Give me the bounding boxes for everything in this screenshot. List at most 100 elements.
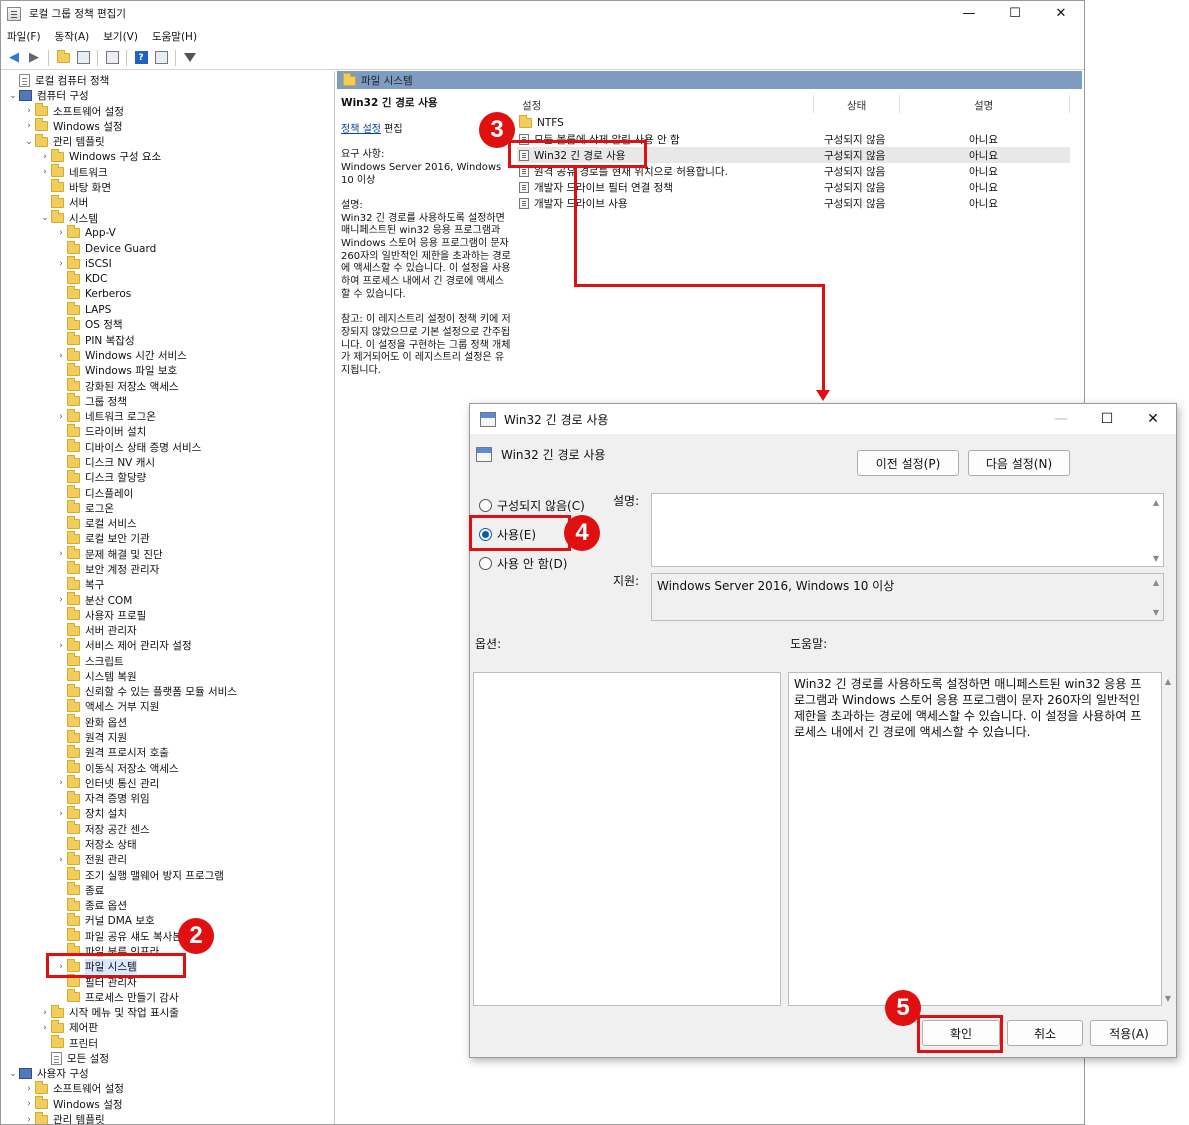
- tree-node[interactable]: 액세스 거부 지원: [55, 698, 159, 714]
- previous-setting-button[interactable]: 이전 설정(P): [857, 450, 959, 476]
- help-icon[interactable]: ?: [132, 49, 150, 67]
- tree-node[interactable]: 커널 DMA 보호: [55, 912, 155, 928]
- tree-node[interactable]: 저장 공간 센스: [55, 821, 150, 837]
- expand-chevron-icon[interactable]: ›: [39, 167, 51, 177]
- menu-action[interactable]: 동작(A): [55, 29, 90, 44]
- tree-node[interactable]: ⌄ 관리 템플릿: [23, 133, 105, 149]
- tree-node[interactable]: 모든 설정: [39, 1051, 109, 1066]
- tree-node[interactable]: › 소프트웨어 설정: [23, 103, 124, 119]
- show-hide-tree-icon[interactable]: [74, 49, 92, 67]
- tree-node[interactable]: 바탕 화면: [39, 179, 111, 195]
- expand-chevron-icon[interactable]: ›: [55, 809, 67, 819]
- scroll-down-icon[interactable]: ▼: [1151, 608, 1161, 617]
- tree-node[interactable]: › iSCSI: [55, 255, 112, 271]
- tree-node[interactable]: 서버 관리자: [55, 622, 137, 638]
- tree-node[interactable]: OS 정책: [55, 316, 123, 332]
- scroll-down-icon[interactable]: ▼: [1151, 554, 1161, 563]
- maximize-button[interactable]: ☐: [992, 1, 1038, 26]
- tree-node[interactable]: 완화 옵션: [55, 714, 127, 730]
- radio-circle[interactable]: [479, 499, 492, 512]
- tree-node[interactable]: 저장소 상태: [55, 836, 137, 852]
- up-folder-icon[interactable]: [54, 49, 72, 67]
- expand-chevron-icon[interactable]: ›: [39, 152, 51, 162]
- tree-node[interactable]: › 소프트웨어 설정: [23, 1080, 124, 1096]
- expand-chevron-icon[interactable]: ›: [23, 106, 35, 116]
- tree-node[interactable]: 강화된 저장소 액세스: [55, 378, 179, 394]
- expand-chevron-icon[interactable]: ›: [55, 855, 67, 865]
- setting-row[interactable]: NTFS: [517, 115, 1070, 131]
- scroll-down-icon[interactable]: ▼: [1163, 994, 1173, 1003]
- comment-textarea[interactable]: ▲ ▼: [651, 493, 1164, 567]
- tree-node[interactable]: 프로세스 만들기 감사: [55, 989, 179, 1005]
- menu-view[interactable]: 보기(V): [103, 29, 138, 44]
- tree-node[interactable]: 로컬 서비스: [55, 515, 137, 531]
- tree-node[interactable]: › 전원 관리: [55, 851, 127, 867]
- policy-settings-link[interactable]: 정책 설정: [341, 124, 381, 135]
- column-comment[interactable]: 설명: [974, 98, 993, 113]
- tree-node[interactable]: Device Guard: [55, 240, 156, 256]
- radio-not-configured[interactable]: 구성되지 않음(C): [479, 497, 585, 514]
- column-status[interactable]: 상태: [847, 98, 866, 113]
- tree-node[interactable]: LAPS: [55, 301, 111, 317]
- filter-icon[interactable]: [181, 49, 199, 67]
- tree-node[interactable]: › 관리 템플릿: [23, 1111, 105, 1124]
- tree-node[interactable]: ⌄ 시스템: [39, 210, 98, 226]
- tree-node[interactable]: 로그온: [55, 500, 114, 516]
- expand-chevron-icon[interactable]: ›: [39, 1008, 51, 1018]
- minimize-button[interactable]: —: [946, 1, 992, 26]
- tree-node[interactable]: 종료: [55, 882, 104, 898]
- expand-chevron-icon[interactable]: ›: [55, 228, 67, 238]
- tree-node[interactable]: › 인터넷 통신 관리: [55, 775, 159, 791]
- dialog-close-button[interactable]: ✕: [1130, 404, 1176, 434]
- tree-node[interactable]: 원격 프로시저 호출: [55, 744, 169, 760]
- tree-node[interactable]: 로컬 보안 기관: [55, 530, 150, 546]
- collapse-chevron-icon[interactable]: ⌄: [23, 137, 35, 147]
- tree-node[interactable]: › Windows 구성 요소: [39, 148, 161, 164]
- apply-button[interactable]: 적용(A): [1090, 1020, 1168, 1046]
- setting-row[interactable]: 개발자 드라이브 사용 구성되지 않음 아니요: [517, 195, 1070, 211]
- tree-node[interactable]: › 네트워크 로그온: [55, 408, 156, 424]
- expand-chevron-icon[interactable]: ›: [55, 641, 67, 651]
- properties-icon[interactable]: [152, 49, 170, 67]
- column-setting[interactable]: 설정: [522, 98, 541, 113]
- tree-node[interactable]: › 장치 설치: [55, 805, 127, 821]
- tree-node[interactable]: 서버: [39, 194, 88, 210]
- tree-node[interactable]: › 제어판: [39, 1019, 98, 1035]
- tree-node[interactable]: 드라이버 설치: [55, 423, 146, 439]
- scroll-up-icon[interactable]: ▲: [1151, 498, 1161, 507]
- menu-file[interactable]: 파일(F): [7, 29, 41, 44]
- radio-disabled[interactable]: 사용 안 함(D): [479, 555, 567, 572]
- tree-node[interactable]: › 문제 해결 및 진단: [55, 546, 163, 562]
- tree-node[interactable]: › 분산 COM: [55, 592, 132, 608]
- cancel-button[interactable]: 취소: [1007, 1020, 1083, 1046]
- tree-node[interactable]: › Windows 설정: [23, 118, 123, 134]
- tree-node[interactable]: 사용자 프로필: [55, 607, 146, 623]
- expand-chevron-icon[interactable]: ›: [55, 549, 67, 559]
- collapse-chevron-icon[interactable]: ⌄: [39, 213, 51, 223]
- dialog-maximize-button[interactable]: ☐: [1084, 404, 1130, 434]
- forward-arrow-icon[interactable]: ▶: [25, 49, 43, 67]
- tree-node[interactable]: › 서비스 제어 관리자 설정: [55, 637, 192, 653]
- expand-chevron-icon[interactable]: ›: [55, 412, 67, 422]
- tree-node[interactable]: Windows 파일 보호: [55, 362, 177, 378]
- tree-node[interactable]: 프린터: [39, 1035, 98, 1051]
- scroll-up-icon[interactable]: ▲: [1151, 578, 1161, 587]
- tree-node[interactable]: 시스템 복원: [55, 668, 137, 684]
- expand-chevron-icon[interactable]: ›: [23, 1099, 35, 1109]
- tree-node[interactable]: 종료 옵션: [55, 897, 127, 913]
- collapse-chevron-icon[interactable]: ⌄: [7, 1069, 19, 1079]
- tree-node[interactable]: 그룹 정책: [55, 393, 127, 409]
- tree-node[interactable]: PIN 복잡성: [55, 332, 135, 348]
- tree-node[interactable]: 디스크 NV 캐시: [55, 454, 155, 470]
- export-list-icon[interactable]: [103, 49, 121, 67]
- tree-node[interactable]: › Windows 시간 서비스: [55, 347, 187, 363]
- collapse-chevron-icon[interactable]: ⌄: [7, 91, 19, 101]
- expand-chevron-icon[interactable]: ›: [23, 1115, 35, 1124]
- expand-chevron-icon[interactable]: ›: [55, 595, 67, 605]
- expand-chevron-icon[interactable]: ›: [55, 259, 67, 269]
- tree-node-user-config[interactable]: ⌄ 사용자 구성: [7, 1066, 89, 1081]
- expand-chevron-icon[interactable]: ›: [55, 351, 67, 361]
- tree-node[interactable]: 원격 지원: [55, 729, 127, 745]
- tree-node-computer-config[interactable]: ⌄ 컴퓨터 구성: [7, 88, 89, 103]
- back-arrow-icon[interactable]: ◀: [5, 49, 23, 67]
